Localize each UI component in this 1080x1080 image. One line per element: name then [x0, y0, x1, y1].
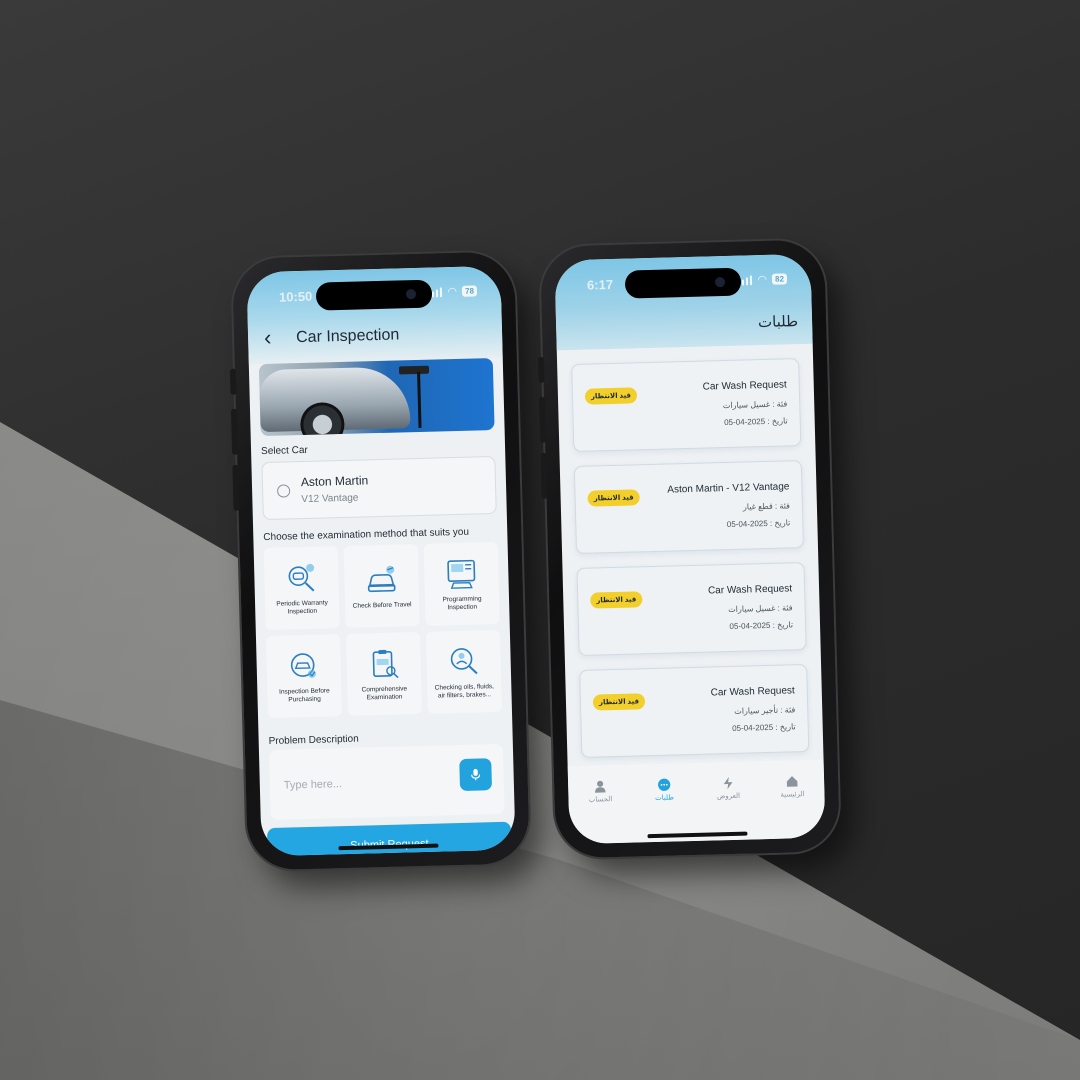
phone-car-inspection: 10:50 ◠ 78 ‹ Car Inspection Select Car A… — [229, 251, 530, 871]
side-button — [229, 368, 237, 395]
phone-requests: 6:17 ◠ 82 طلبات قيد الانتظار Car Wash Re… — [537, 239, 840, 859]
programming-inspection-icon — [447, 559, 476, 589]
bottom-nav: الرئيسية العروض طلبات الحساب — [567, 759, 826, 845]
chat-icon — [658, 778, 671, 791]
battery-icon: 82 — [771, 273, 788, 285]
car-radio[interactable] — [276, 484, 291, 498]
nav-label: الرئيسية — [780, 791, 805, 799]
method-checking-oils[interactable]: Checking oils, fluids, air filters, brak… — [425, 629, 502, 714]
method-label: Inspection Before Purchasing — [279, 687, 330, 704]
travel-check-icon — [367, 565, 396, 593]
page-title: طلبات — [757, 313, 799, 332]
comprehensive-exam-icon — [372, 649, 399, 679]
request-date: تاريخ : 2025-04-05 — [729, 620, 794, 631]
description-placeholder: Type here... — [283, 778, 343, 792]
lightning-icon — [723, 776, 733, 790]
request-category: فئة : قطع غيار — [742, 501, 791, 512]
wifi-icon: ◠ — [757, 273, 768, 287]
request-title: Car Wash Request — [702, 379, 787, 393]
problem-description-label: Problem Description — [268, 733, 359, 747]
method-label: Comprehensive Examination — [361, 685, 408, 702]
diagnostic-cable — [417, 371, 422, 428]
nav-offers[interactable]: العروض — [698, 775, 760, 841]
nav-label: العروض — [716, 792, 741, 801]
submit-request-button[interactable]: Submit Request — [266, 821, 512, 857]
status-badge: قيد الانتظار — [584, 387, 638, 405]
method-check-before-travel[interactable]: Check Before Travel — [343, 544, 420, 628]
diagnostic-device — [398, 365, 430, 375]
status-badge: قيد الانتظار — [592, 693, 646, 711]
dynamic-island — [315, 279, 433, 311]
request-date: تاريخ : 2025-04-05 — [732, 722, 796, 733]
method-programming-inspection[interactable]: Programming Inspection — [423, 541, 500, 626]
request-title: Aston Martin - V12 Vantage — [667, 481, 790, 496]
status-time: 6:17 — [586, 276, 614, 293]
car-banner-image — [258, 358, 495, 437]
request-category: فئة : غسيل سيارات — [722, 399, 788, 411]
select-car-label: Select Car — [260, 444, 308, 458]
method-label: Check Before Travel — [352, 601, 412, 610]
purchase-inspection-icon — [290, 653, 316, 678]
request-card[interactable]: قيد الانتظار Aston Martin - V12 Vantage … — [573, 460, 805, 554]
status-badge: قيد الانتظار — [590, 591, 643, 609]
car-option[interactable]: Aston Martin V12 Vantage — [261, 455, 497, 521]
request-title: Car Wash Request — [707, 583, 793, 597]
side-button — [537, 356, 545, 383]
microphone-button[interactable] — [459, 758, 493, 792]
request-card[interactable]: قيد الانتظار Car Wash Request فئة : تأجي… — [579, 663, 810, 758]
request-card[interactable]: قيد الانتظار Car Wash Request فئة : غسيل… — [576, 562, 807, 656]
volume-up-button — [538, 396, 547, 443]
request-title: Car Wash Request — [710, 685, 795, 699]
status-time: 10:50 — [278, 288, 313, 305]
wifi-icon: ◠ — [447, 285, 458, 299]
car-model: V12 Vantage — [301, 492, 359, 506]
status-badge: قيد الانتظار — [587, 489, 640, 507]
request-category: فئة : غسيل سيارات — [728, 603, 793, 615]
request-date: تاريخ : 2025-04-05 — [724, 416, 788, 428]
method-label: Checking oils, fluids, air filters, brak… — [434, 683, 495, 700]
methods-label: Choose the examination method that suits… — [263, 526, 470, 544]
user-icon — [595, 780, 606, 793]
volume-down-button — [540, 452, 548, 499]
nav-label: طلبات — [655, 794, 674, 802]
car-name: Aston Martin — [300, 473, 369, 490]
method-comprehensive[interactable]: Comprehensive Examination — [345, 632, 423, 716]
page-title: Car Inspection — [295, 326, 400, 347]
request-category: فئة : تأجير سيارات — [734, 705, 796, 716]
back-chevron-icon[interactable]: ‹ — [264, 325, 272, 350]
methods-grid: Periodic Warranty Inspection Check Befor… — [263, 541, 502, 719]
nav-account[interactable]: الحساب — [570, 779, 632, 845]
method-before-purchasing[interactable]: Inspection Before Purchasing — [265, 634, 343, 719]
method-label: Programming Inspection — [442, 595, 482, 612]
request-date: تاريخ : 2025-04-05 — [726, 518, 791, 530]
requests-list: قيد الانتظار Car Wash Request فئة : غسيل… — [571, 358, 810, 772]
microphone-icon — [471, 768, 481, 781]
problem-description-field[interactable]: Type here... — [268, 743, 505, 820]
volume-down-button — [232, 464, 240, 511]
warranty-inspection-icon — [288, 563, 315, 592]
request-card[interactable]: قيد الانتظار Car Wash Request فئة : غسيل… — [571, 358, 802, 453]
nav-label: الحساب — [588, 796, 613, 804]
volume-up-button — [230, 408, 239, 455]
battery-icon: 78 — [461, 285, 478, 297]
nav-home[interactable]: الرئيسية — [762, 774, 824, 840]
fluids-check-icon — [450, 648, 478, 675]
screen: 6:17 ◠ 82 طلبات قيد الانتظار Car Wash Re… — [554, 253, 826, 845]
dynamic-island — [624, 267, 742, 299]
home-icon — [786, 776, 798, 787]
method-label: Periodic Warranty Inspection — [276, 599, 328, 616]
screen: 10:50 ◠ 78 ‹ Car Inspection Select Car A… — [246, 265, 516, 857]
method-periodic-warranty[interactable]: Periodic Warranty Inspection — [263, 546, 340, 631]
